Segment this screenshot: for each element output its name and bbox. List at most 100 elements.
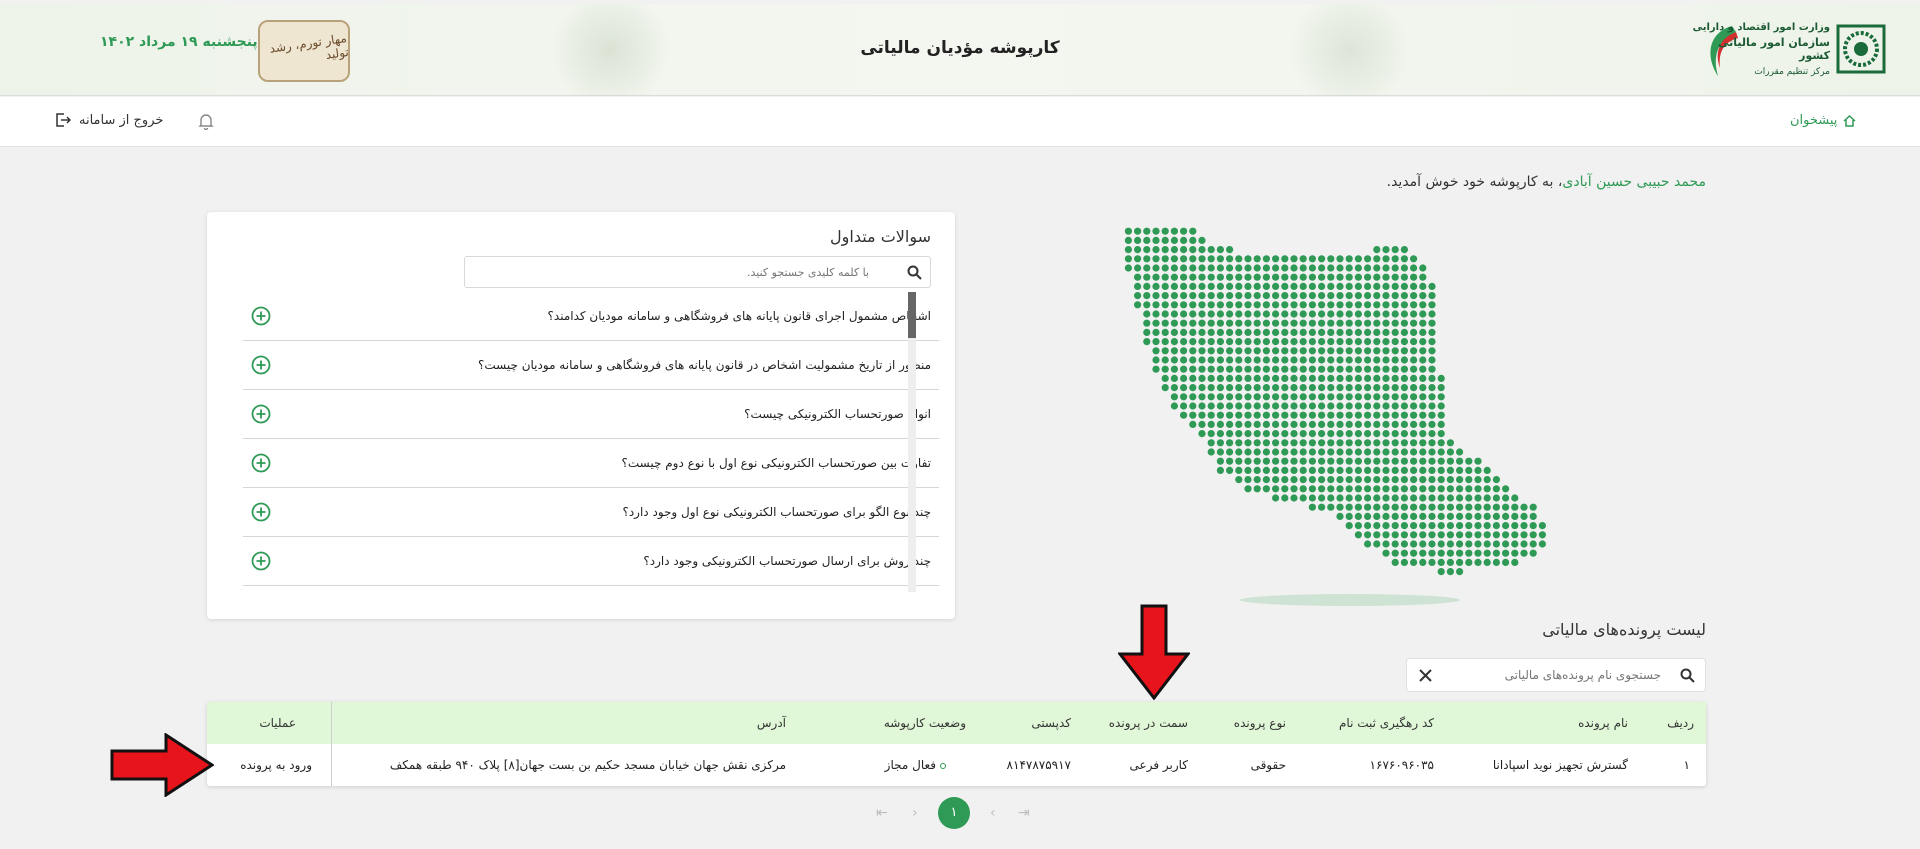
faq-item[interactable]: چند روش برای ارسال صورتحساب الکترونیکی و… xyxy=(243,537,939,586)
expand-plus-icon[interactable] xyxy=(251,306,271,326)
expand-plus-icon[interactable] xyxy=(251,453,271,473)
map-dot xyxy=(1382,356,1390,364)
expand-plus-icon[interactable] xyxy=(251,551,271,571)
map-dot xyxy=(1456,540,1464,548)
logout-button[interactable]: خروج از سامانه xyxy=(55,112,163,128)
search-icon[interactable] xyxy=(907,265,922,280)
map-dot xyxy=(1364,384,1372,392)
map-dot xyxy=(1308,347,1316,355)
map-dot xyxy=(1364,338,1372,346)
map-dot xyxy=(1400,430,1408,438)
tax-files-search-input[interactable] xyxy=(1441,659,1671,691)
map-dot xyxy=(1336,384,1344,392)
map-dot xyxy=(1327,384,1335,392)
faq-item[interactable]: چند نوع الگو برای صورتحساب الکترونیکی نو… xyxy=(243,488,939,537)
map-dot xyxy=(1474,457,1482,465)
map-dot xyxy=(1207,448,1215,456)
faq-item[interactable]: انواع صورتحساب الکترونیکی چیست؟ xyxy=(243,390,939,439)
map-dot xyxy=(1474,476,1482,484)
map-dot xyxy=(1446,457,1454,465)
expand-plus-icon[interactable] xyxy=(251,502,271,522)
map-dot xyxy=(1161,227,1169,235)
map-dot xyxy=(1345,365,1353,373)
search-icon[interactable] xyxy=(1680,668,1695,683)
map-dot xyxy=(1226,255,1234,263)
map-dot xyxy=(1428,374,1436,382)
faq-search-input[interactable] xyxy=(465,257,905,287)
map-dot xyxy=(1336,374,1344,382)
map-dot xyxy=(1391,384,1399,392)
map-dot xyxy=(1391,301,1399,309)
map-dot xyxy=(1189,264,1197,272)
map-dot xyxy=(1456,457,1464,465)
map-dot xyxy=(1281,448,1289,456)
expand-plus-icon[interactable] xyxy=(251,355,271,375)
map-dot xyxy=(1180,246,1188,254)
map-dot xyxy=(1419,319,1427,327)
map-dot xyxy=(1419,292,1427,300)
faq-scrollbar-thumb[interactable] xyxy=(908,292,916,338)
prev-page-icon[interactable]: › xyxy=(990,805,996,821)
notification-bell-icon[interactable] xyxy=(198,112,214,130)
expand-plus-icon[interactable] xyxy=(251,404,271,424)
map-dot xyxy=(1419,301,1427,309)
map-dot xyxy=(1253,292,1261,300)
map-dot xyxy=(1318,439,1326,447)
map-dot xyxy=(1511,503,1519,511)
map-dot xyxy=(1318,384,1326,392)
map-dot xyxy=(1170,292,1178,300)
map-dot xyxy=(1391,365,1399,373)
clear-search-icon[interactable] xyxy=(1419,669,1432,682)
map-dot xyxy=(1152,328,1160,336)
map-dot xyxy=(1483,503,1491,511)
map-dot xyxy=(1428,282,1436,290)
map-dot xyxy=(1400,522,1408,530)
faq-scrollbar[interactable] xyxy=(908,292,916,592)
pagination: ⇥ › ۱ ‹ ⇤ xyxy=(868,797,1044,829)
map-dot xyxy=(1336,365,1344,373)
map-dot xyxy=(1198,347,1206,355)
map-dot xyxy=(1327,282,1335,290)
first-page-icon[interactable]: ⇥ xyxy=(1018,805,1030,821)
next-page-icon[interactable]: ‹ xyxy=(912,805,918,821)
map-dot xyxy=(1345,439,1353,447)
map-dot xyxy=(1281,430,1289,438)
current-page[interactable]: ۱ xyxy=(938,797,970,829)
faq-item[interactable]: تفاوت بین صورتحساب الکترونیکی نوع اول با… xyxy=(243,439,939,488)
map-dot xyxy=(1400,356,1408,364)
last-page-icon[interactable]: ⇤ xyxy=(876,805,888,821)
home-link[interactable]: پیشخوان xyxy=(1790,113,1856,128)
map-dot xyxy=(1262,356,1270,364)
enter-file-link[interactable]: ورود به پرونده xyxy=(240,758,312,772)
user-name[interactable]: محمد حبیبی حسین آبادی xyxy=(1562,174,1706,190)
map-dot xyxy=(1290,347,1298,355)
map-dot xyxy=(1299,476,1307,484)
map-dot xyxy=(1373,430,1381,438)
map-dot xyxy=(1235,448,1243,456)
map-dot xyxy=(1428,365,1436,373)
map-dot xyxy=(1143,301,1151,309)
map-dot xyxy=(1428,402,1436,410)
map-dot xyxy=(1354,319,1362,327)
map-dot xyxy=(1410,411,1418,419)
map-dot xyxy=(1318,503,1326,511)
map-dot xyxy=(1492,512,1500,520)
faq-question: چند نوع الگو برای صورتحساب الکترونیکی نو… xyxy=(622,505,931,519)
faq-item[interactable]: اشخاص مشمول اجرای قانون پایانه های فروشگ… xyxy=(243,292,939,341)
map-dot xyxy=(1290,476,1298,484)
map-dot xyxy=(1262,301,1270,309)
map-dot xyxy=(1354,255,1362,263)
map-dot xyxy=(1492,494,1500,502)
map-dot xyxy=(1382,310,1390,318)
map-dot xyxy=(1428,301,1436,309)
map-dot xyxy=(1318,301,1326,309)
faq-item[interactable]: منظور از تاریخ مشمولیت اشخاص در قانون پا… xyxy=(243,341,939,390)
map-dot xyxy=(1354,448,1362,456)
map-dot xyxy=(1216,365,1224,373)
map-dot xyxy=(1446,531,1454,539)
map-dot xyxy=(1281,466,1289,474)
map-dot xyxy=(1419,411,1427,419)
map-dot xyxy=(1244,402,1252,410)
map-dot xyxy=(1180,319,1188,327)
faq-list: اشخاص مشمول اجرای قانون پایانه های فروشگ… xyxy=(229,292,939,602)
